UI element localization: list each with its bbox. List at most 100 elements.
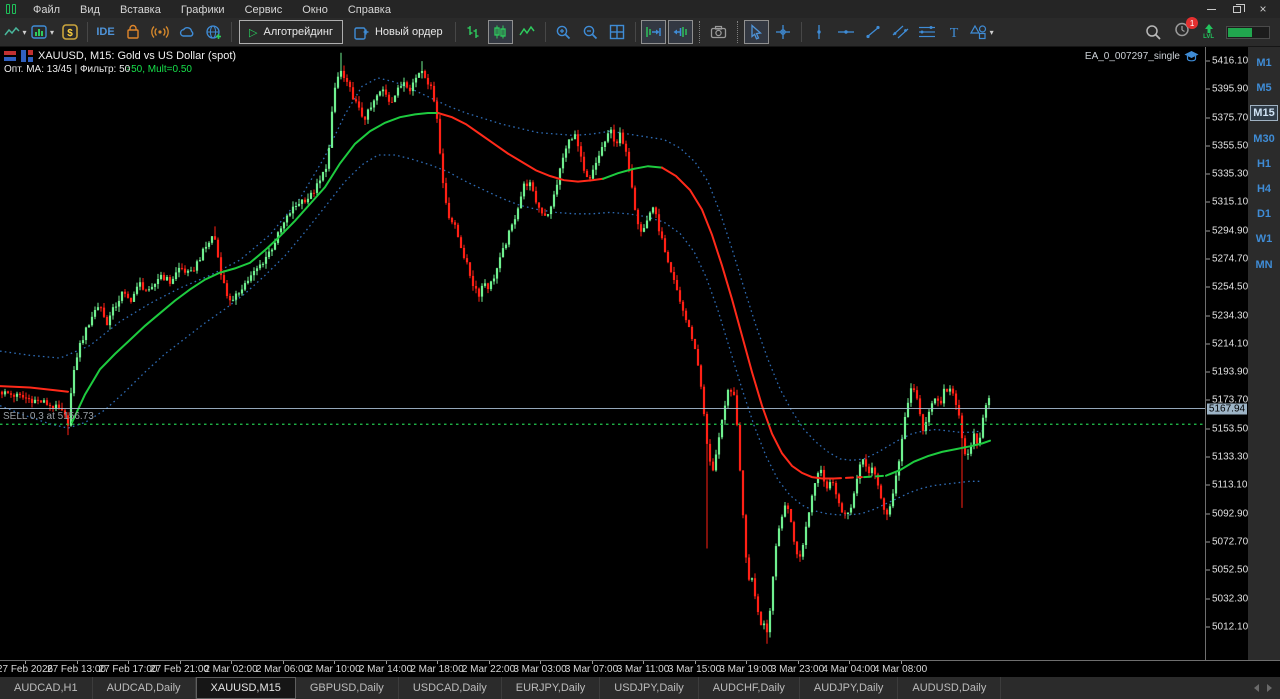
- svg-text:T: T: [950, 26, 959, 40]
- new-order-button[interactable]: Новый ордер: [346, 20, 451, 44]
- price-axis[interactable]: 5167.94 5416.105395.905375.705355.505335…: [1205, 47, 1248, 660]
- market-watch-dropdown[interactable]: ▾: [30, 20, 55, 44]
- timeframe-M15[interactable]: M15: [1250, 105, 1278, 121]
- expert-advisor-label[interactable]: EA_0_007297_single: [1085, 50, 1199, 62]
- menu-Окно[interactable]: Окно: [292, 2, 338, 18]
- tab-scroll-left-icon[interactable]: [1254, 684, 1259, 692]
- timeframe-MN[interactable]: MN: [1250, 257, 1278, 273]
- cursor-tool-button[interactable]: [744, 20, 769, 44]
- chart-tab-EURJPY-Daily[interactable]: EURJPY,Daily: [502, 677, 601, 699]
- market-watch-icon: [31, 24, 48, 40]
- chart-canvas[interactable]: [0, 47, 1205, 660]
- restore-icon[interactable]: [1226, 2, 1248, 16]
- time-label: 27 Feb 2026: [0, 664, 53, 675]
- vertical-line-tool-button[interactable]: [807, 20, 832, 44]
- price-tick: 5092.90: [1206, 508, 1248, 519]
- time-label: 4 Mar 08:00: [874, 664, 927, 675]
- chart-area[interactable]: XAUUSD, M15: Gold vs US Dollar (spot) Оп…: [0, 47, 1205, 660]
- timeframe-M1[interactable]: M1: [1250, 55, 1278, 71]
- deposit-button[interactable]: $: [57, 20, 82, 44]
- chart-tab-GBPUSD-Daily[interactable]: GBPUSD,Daily: [296, 677, 399, 699]
- chart-tab-AUDCAD-Daily[interactable]: AUDCAD,Daily: [93, 677, 196, 699]
- timeframe-M30[interactable]: M30: [1250, 131, 1278, 147]
- signals-button[interactable]: [147, 20, 172, 44]
- zoom-out-button[interactable]: [578, 20, 603, 44]
- community-button[interactable]: [201, 20, 226, 44]
- search-icon[interactable]: [1145, 24, 1162, 41]
- chart-tab-AUDUSD-Daily[interactable]: AUDUSD,Daily: [898, 677, 1001, 699]
- chart-profile-dropdown[interactable]: ▾: [3, 20, 28, 44]
- connection-status-bar: [1226, 26, 1270, 39]
- cloud-icon: [178, 24, 196, 40]
- chart-tab-AUDJPY-Daily[interactable]: AUDJPY,Daily: [800, 677, 899, 699]
- price-tick: 5294.90: [1206, 225, 1248, 236]
- chevron-down-icon: ▾: [990, 28, 994, 37]
- chart-tab-AUDCAD-H1[interactable]: AUDCAD,H1: [0, 677, 93, 699]
- text-tool-icon: T: [947, 24, 961, 40]
- fibonacci-tool-button[interactable]: [915, 20, 940, 44]
- candlestick-mode-button[interactable]: [488, 20, 513, 44]
- line-chart-mode-button[interactable]: [515, 20, 540, 44]
- menu-Вставка[interactable]: Вставка: [110, 2, 171, 18]
- price-tick: 5375.70: [1206, 112, 1248, 123]
- divider: [87, 22, 88, 42]
- cloud-button[interactable]: [174, 20, 199, 44]
- timeframe-H1[interactable]: H1: [1250, 156, 1278, 172]
- metatrader-logo-icon: [6, 4, 16, 14]
- timeframe-D1[interactable]: D1: [1250, 206, 1278, 222]
- chart-shift-button[interactable]: [668, 20, 693, 44]
- menu-Справка[interactable]: Справка: [338, 2, 401, 18]
- ea-name: EA_0_007297_single: [1085, 51, 1180, 62]
- camera-icon: [710, 24, 727, 40]
- ide-button[interactable]: IDE: [93, 20, 118, 44]
- shapes-dropdown[interactable]: ▾: [969, 20, 995, 44]
- lower-band-line: [0, 155, 980, 515]
- chart-tab-USDCAD-Daily[interactable]: USDCAD,Daily: [399, 677, 502, 699]
- menu-Файл[interactable]: Файл: [23, 2, 70, 18]
- algo-trading-button[interactable]: ▷ Алготрейдинг: [239, 20, 343, 44]
- timeframe-H4[interactable]: H4: [1250, 181, 1278, 197]
- timeframe-W1[interactable]: W1: [1250, 231, 1278, 247]
- time-axis[interactable]: 27 Feb 202627 Feb 13:0027 Feb 17:0027 Fe…: [0, 660, 1280, 677]
- price-tick: 5052.50: [1206, 565, 1248, 576]
- trendline-tool-button[interactable]: [861, 20, 886, 44]
- shapes-icon: [970, 24, 988, 40]
- crosshair-tool-button[interactable]: [771, 20, 796, 44]
- chevron-down-icon: ▾: [50, 28, 54, 37]
- tab-scroll-nav: [1254, 677, 1272, 699]
- current-price-tag: 5167.94: [1207, 403, 1247, 414]
- notifications-button[interactable]: 1: [1174, 21, 1191, 43]
- lvl-indicator[interactable]: LVL: [1203, 24, 1214, 40]
- screenshot-button[interactable]: [706, 20, 731, 44]
- menu-Вид[interactable]: Вид: [70, 2, 110, 18]
- auto-scroll-button[interactable]: [641, 20, 666, 44]
- chart-main-row: XAUUSD, M15: Gold vs US Dollar (spot) Оп…: [0, 47, 1280, 660]
- timeframe-M5[interactable]: M5: [1250, 80, 1278, 96]
- menu-bar: ФайлВидВставкаГрафикиСервисОкноСправка: [23, 0, 401, 18]
- price-tick: 5335.30: [1206, 169, 1248, 180]
- tab-scroll-right-icon[interactable]: [1267, 684, 1272, 692]
- horizontal-line-tool-button[interactable]: [834, 20, 859, 44]
- menu-Графики[interactable]: Графики: [171, 2, 235, 18]
- divider: [455, 22, 456, 42]
- marketplace-button[interactable]: [120, 20, 145, 44]
- time-label: 3 Mar 23:00: [771, 664, 824, 675]
- price-tick: 5395.90: [1206, 84, 1248, 95]
- chart-tab-XAUUSD-M15[interactable]: XAUUSD,M15: [196, 677, 296, 699]
- chart-tab-USDJPY-Daily[interactable]: USDJPY,Daily: [600, 677, 699, 699]
- chart-tab-AUDCHF-Daily[interactable]: AUDCHF,Daily: [699, 677, 800, 699]
- tile-windows-button[interactable]: [605, 20, 630, 44]
- title-bar: ФайлВидВставкаГрафикиСервисОкноСправка ×: [0, 0, 1280, 18]
- menu-Сервис[interactable]: Сервис: [235, 2, 293, 18]
- zoom-in-button[interactable]: [551, 20, 576, 44]
- depth-of-market-icon[interactable]: [4, 50, 17, 62]
- time-label: 4 Mar 04:00: [822, 664, 875, 675]
- one-click-trading-icon[interactable]: [21, 50, 34, 62]
- channel-tool-button[interactable]: [888, 20, 913, 44]
- crosshair-icon: [775, 24, 791, 40]
- minimize-icon[interactable]: [1200, 2, 1222, 16]
- text-tool-button[interactable]: T: [942, 20, 967, 44]
- lvl-label: LVL: [1203, 34, 1214, 40]
- close-icon[interactable]: ×: [1252, 2, 1274, 16]
- bar-chart-mode-button[interactable]: [461, 20, 486, 44]
